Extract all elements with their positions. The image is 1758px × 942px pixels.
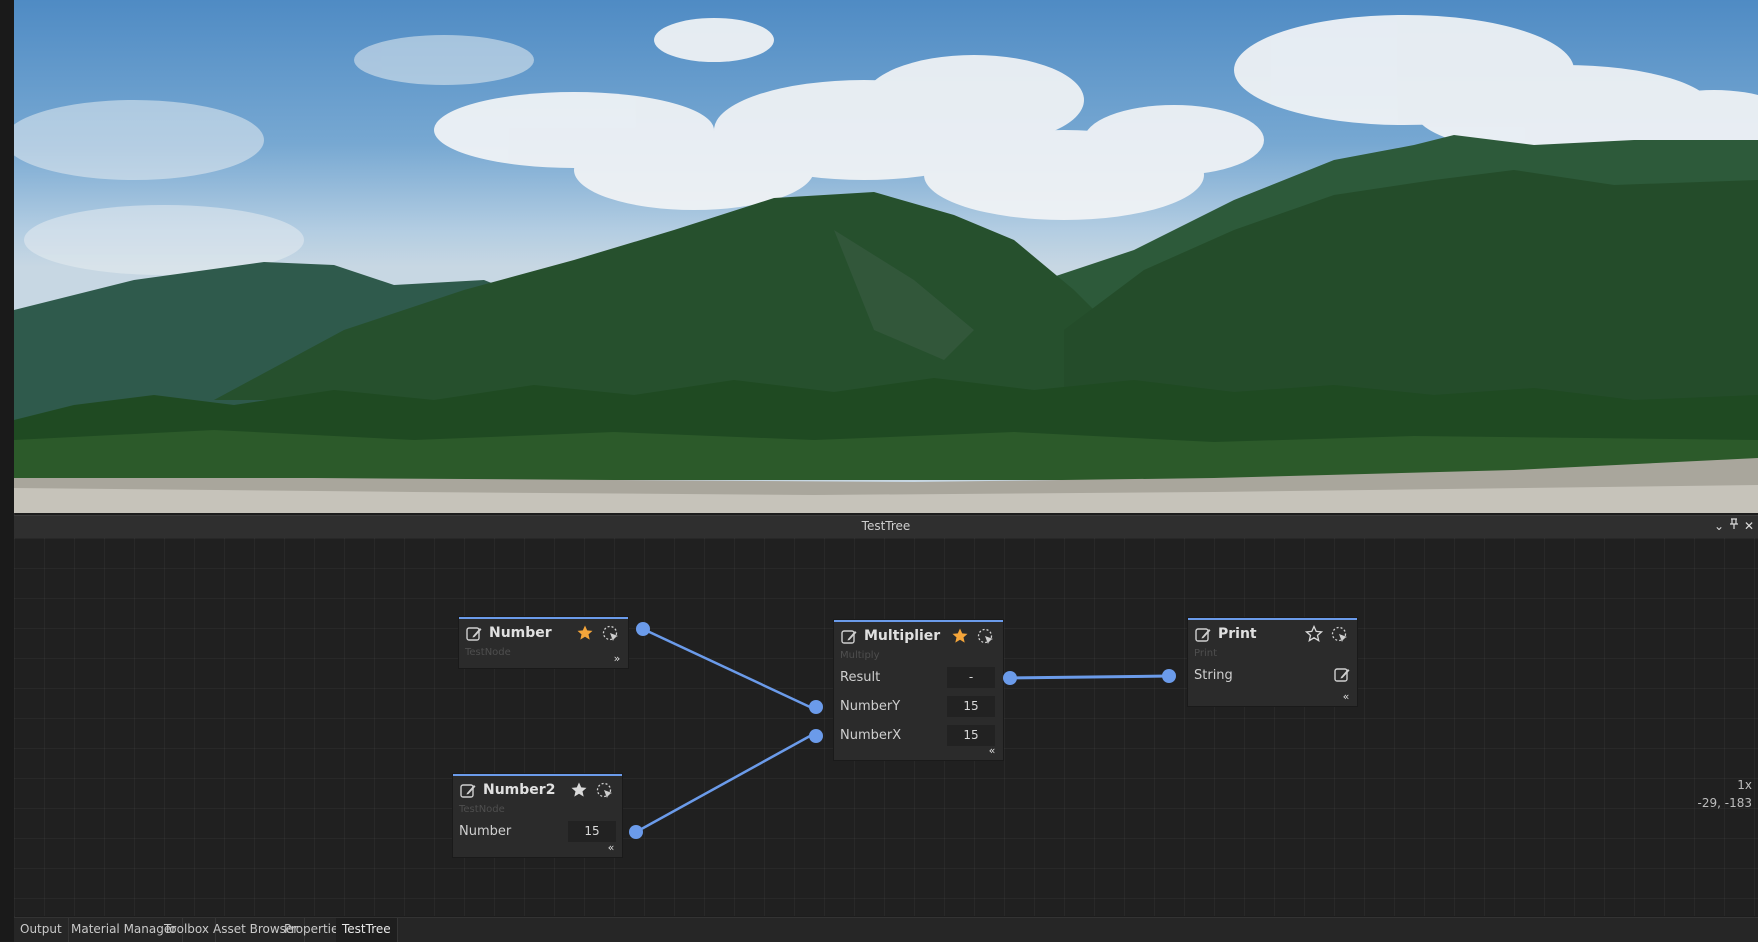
node-print[interactable]: Print Print String « [1188, 618, 1357, 706]
node-row-numberx: NumberX 15 [834, 721, 1003, 750]
row-label: String [1194, 668, 1233, 683]
node-row-string: String [1188, 661, 1357, 690]
output-port[interactable] [629, 825, 643, 839]
edit-icon[interactable] [840, 628, 858, 646]
collapse-up-icon[interactable]: « [604, 841, 618, 855]
panel-title: TestTree [861, 519, 911, 533]
chevron-down-icon[interactable]: ⌄ [1712, 518, 1726, 534]
row-label: NumberY [840, 699, 901, 714]
bottom-tab-bar: Output Material Manager Toolbox Asset Br… [14, 917, 1758, 942]
tab-output[interactable]: Output [14, 918, 69, 942]
connection-wire [1009, 674, 1170, 680]
row-label: NumberX [840, 728, 902, 743]
mountain-landscape-image [14, 15, 1758, 513]
node-title: Print [1218, 626, 1257, 642]
input-port-numbery[interactable] [809, 700, 823, 714]
cursor-select-icon[interactable] [1330, 625, 1350, 645]
left-dock-strip [0, 0, 15, 941]
collapse-up-icon[interactable]: « [985, 744, 999, 758]
numberx-value-field[interactable]: 15 [947, 725, 995, 746]
result-value-field: - [947, 667, 995, 688]
node-subtitle: TestNode [459, 804, 505, 815]
panel-header: TestTree ⌄ ✕ [14, 515, 1758, 539]
edit-icon[interactable] [1194, 626, 1212, 644]
node-title: Multiplier [864, 628, 941, 644]
node-number2[interactable]: Number2 TestNode Number 15 « [453, 774, 622, 857]
node-number[interactable]: Number TestNode » [459, 617, 628, 668]
node-title: Number [489, 625, 552, 641]
edit-string-icon[interactable] [1333, 666, 1351, 684]
row-label: Result [840, 670, 881, 685]
node-title: Number2 [483, 782, 556, 798]
edit-icon[interactable] [459, 782, 477, 800]
cursor-select-icon[interactable] [976, 627, 996, 647]
node-row-numbery: NumberY 15 [834, 692, 1003, 721]
node-graph-canvas[interactable]: Number TestNode » Number2 TestNode Numbe… [14, 538, 1758, 916]
collapse-up-icon[interactable]: « [1339, 690, 1353, 704]
node-row-number: Number 15 [453, 817, 622, 846]
close-icon[interactable]: ✕ [1742, 518, 1756, 534]
node-subtitle: TestNode [465, 647, 511, 658]
expand-down-icon[interactable]: » [610, 652, 624, 666]
node-multiplier[interactable]: Multiplier Multiply Result - NumberY 15 … [834, 620, 1003, 760]
numbery-value-field[interactable]: 15 [947, 696, 995, 717]
cursor-select-icon[interactable] [601, 624, 621, 644]
viewport-3d[interactable] [14, 0, 1758, 513]
row-label: Number [459, 824, 512, 839]
number-value-field[interactable]: 15 [568, 821, 616, 842]
connection-wire [642, 627, 811, 709]
cursor-select-icon[interactable] [595, 781, 615, 801]
node-row-result: Result - [834, 663, 1003, 692]
star-icon[interactable] [951, 627, 969, 645]
output-port-result[interactable] [1003, 671, 1017, 685]
input-port-numberx[interactable] [809, 729, 823, 743]
edit-icon[interactable] [465, 625, 483, 643]
output-port[interactable] [636, 622, 650, 636]
connection-wire [635, 734, 811, 834]
tab-testtree[interactable]: TestTree [336, 918, 398, 942]
offset-readout: -29, -183 [1697, 796, 1752, 810]
node-subtitle: Print [1194, 648, 1218, 659]
node-subtitle: Multiply [840, 650, 880, 661]
star-icon[interactable] [576, 624, 594, 642]
zoom-readout: 1x [1737, 778, 1752, 792]
star-icon[interactable] [1305, 625, 1323, 643]
input-port-string[interactable] [1162, 669, 1176, 683]
star-icon[interactable] [570, 781, 588, 799]
pin-icon[interactable] [1727, 518, 1741, 534]
